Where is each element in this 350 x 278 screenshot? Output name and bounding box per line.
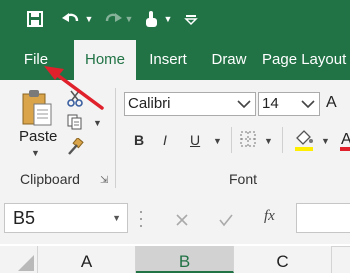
annotation-arrow: [44, 66, 104, 110]
